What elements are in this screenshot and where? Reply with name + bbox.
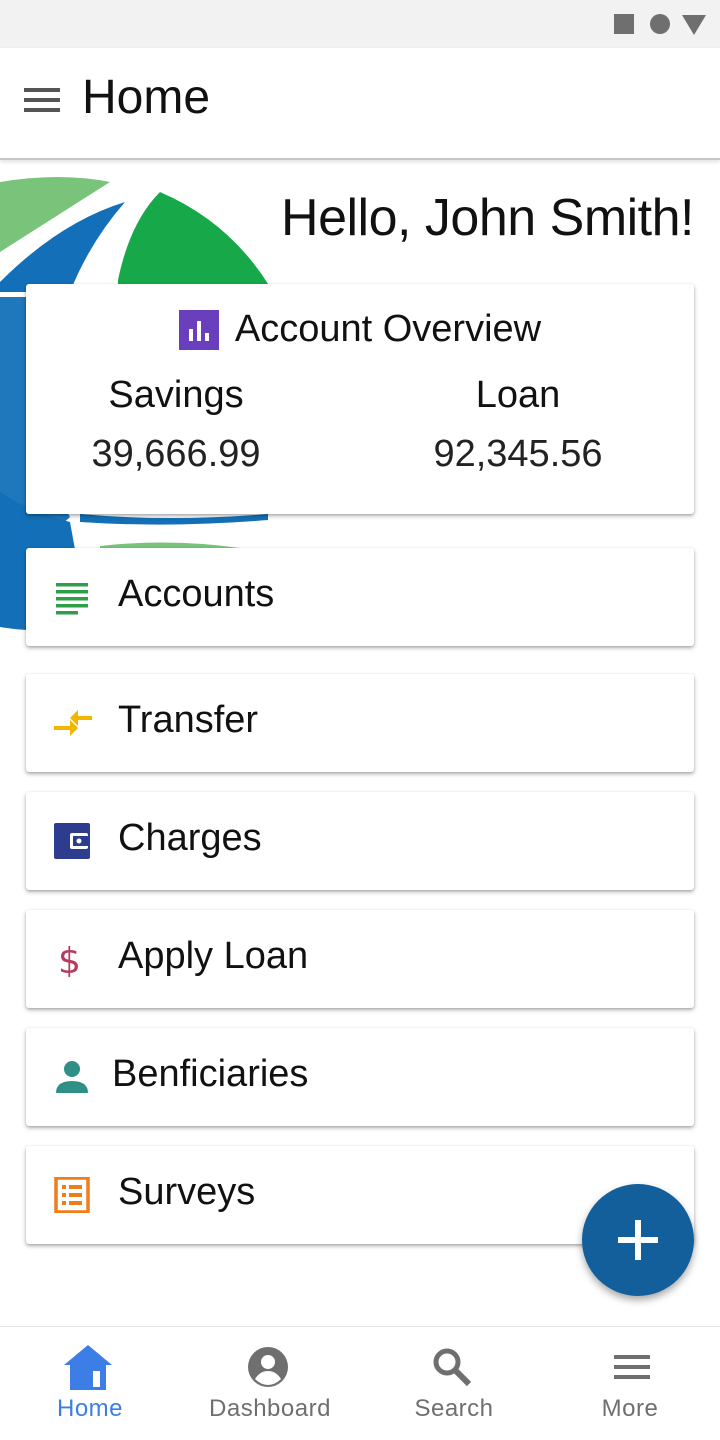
person-icon — [56, 1061, 88, 1093]
nav-dashboard[interactable]: Dashboard — [180, 1327, 360, 1440]
dollar-icon: $ — [58, 941, 81, 977]
app-bar: Home — [0, 48, 720, 160]
savings-label: Savings — [108, 374, 244, 416]
greeting-text: Hello, John Smith! — [281, 189, 694, 247]
add-fab-button[interactable] — [582, 1184, 694, 1296]
hamburger-line — [24, 98, 60, 102]
loan-column: Loan 92,345.56 — [368, 374, 668, 476]
menu-icon — [614, 1355, 650, 1379]
account-circle-icon — [248, 1347, 288, 1387]
menu-item-label: Charges — [118, 817, 262, 859]
plus-icon-vertical — [635, 1220, 641, 1260]
page-title: Home — [82, 71, 211, 124]
menu-item-label: Transfer — [118, 699, 259, 741]
menu-item-label: Accounts — [118, 573, 275, 615]
menu-item-apply-loan[interactable]: $ Apply Loan — [26, 910, 694, 1008]
nav-label: Home — [56, 1395, 124, 1422]
list-icon — [56, 583, 88, 615]
status-bar — [0, 0, 720, 48]
hamburger-icon — [24, 88, 60, 92]
menu-item-accounts[interactable]: Accounts — [26, 548, 694, 646]
status-square-icon — [614, 14, 634, 34]
nav-label: More — [601, 1395, 659, 1422]
home-icon — [64, 1345, 112, 1390]
wallet-icon — [54, 823, 90, 859]
nav-label: Search — [414, 1395, 494, 1422]
menu-item-charges[interactable]: Charges — [26, 792, 694, 890]
survey-list-icon — [54, 1177, 90, 1213]
svg-text:$: $ — [58, 941, 81, 977]
loan-value: 92,345.56 — [433, 433, 603, 475]
transfer-arrows-icon — [54, 710, 92, 736]
status-circle-icon — [650, 14, 670, 34]
account-overview-card[interactable]: Account Overview Savings 39,666.99 Loan … — [26, 284, 694, 514]
bar-chart-icon — [178, 309, 219, 350]
nav-label: Dashboard — [209, 1395, 331, 1422]
menu-item-label: Apply Loan — [118, 935, 309, 977]
savings-value: 39,666.99 — [91, 433, 261, 475]
hamburger-menu-button[interactable] — [18, 82, 66, 118]
menu-item-label: Surveys — [118, 1171, 256, 1213]
nav-search[interactable]: Search — [364, 1327, 544, 1440]
menu-item-transfer[interactable]: Transfer — [26, 674, 694, 772]
bottom-navigation: Home Dashboard Search More — [0, 1326, 720, 1440]
status-triangle-icon — [682, 15, 706, 35]
overview-header: Account Overview — [26, 308, 694, 351]
menu-item-label: Benficiaries — [112, 1053, 309, 1095]
menu-item-benficiaries[interactable]: Benficiaries — [26, 1028, 694, 1126]
nav-more[interactable]: More — [540, 1327, 720, 1440]
overview-title: Account Overview — [234, 308, 542, 350]
hamburger-line — [24, 108, 60, 112]
nav-home[interactable]: Home — [0, 1327, 180, 1440]
search-icon — [433, 1348, 472, 1387]
loan-label: Loan — [475, 374, 561, 416]
savings-column: Savings 39,666.99 — [26, 374, 326, 476]
